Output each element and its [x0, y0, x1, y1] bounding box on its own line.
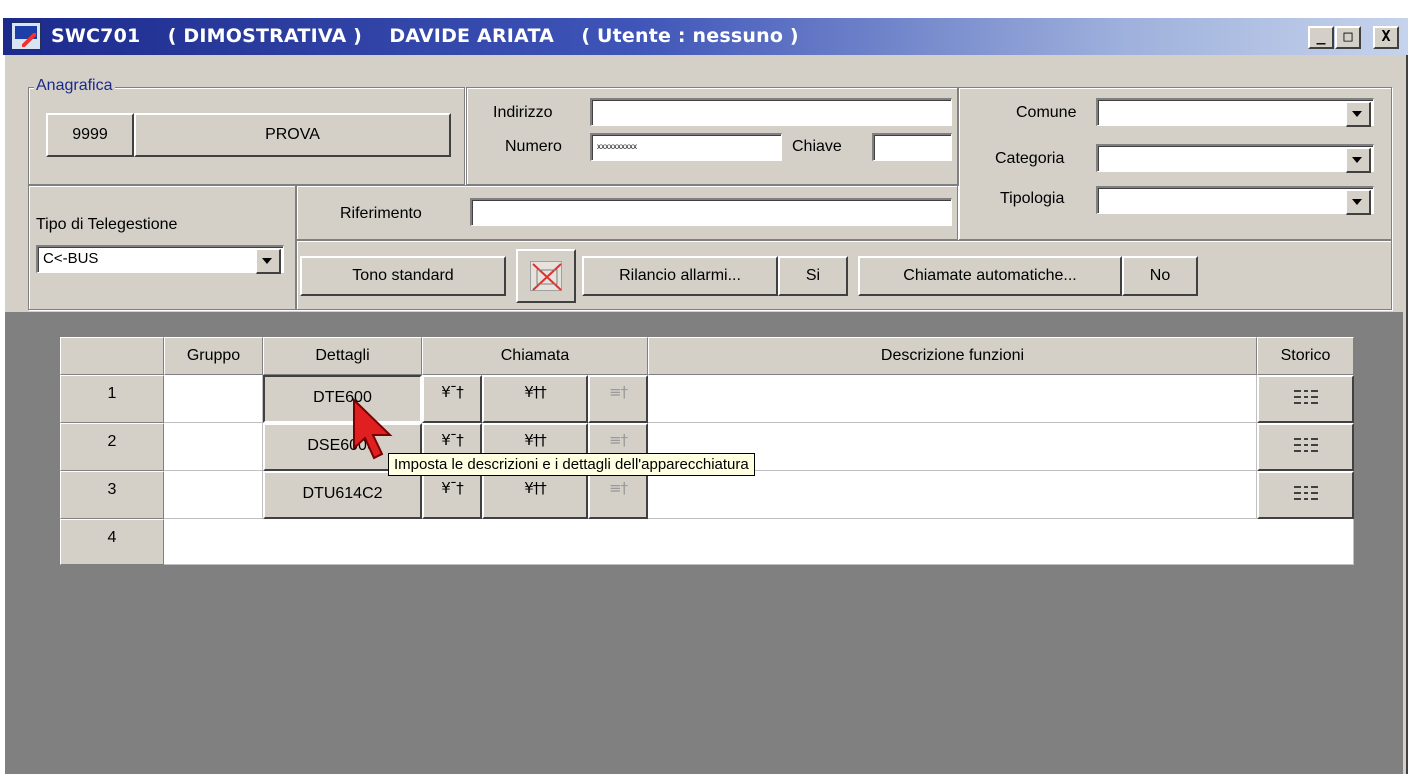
header-chiamata: Chiamata	[422, 337, 648, 375]
app-icon[interactable]	[11, 22, 41, 50]
no-tone-button[interactable]	[516, 249, 576, 303]
storico-button[interactable]	[1257, 471, 1354, 519]
code-button[interactable]: 9999	[46, 113, 134, 157]
storico-button[interactable]	[1257, 423, 1354, 471]
window-title: SWC701 ( DIMOSTRATIVA ) DAVIDE ARIATA ( …	[51, 25, 799, 47]
no-tone-icon	[530, 261, 562, 291]
tono-standard-button[interactable]: Tono standard	[300, 256, 506, 296]
phone-call-icon: ¥ˉ†	[441, 479, 464, 497]
row-number: 1	[60, 375, 164, 423]
list-icon	[1293, 390, 1318, 408]
multi-call-button[interactable]: ¥††	[482, 471, 588, 519]
dettagli-button[interactable]: DTU614C2	[263, 471, 422, 519]
multi-call-icon: ¥††	[524, 431, 547, 449]
location-group	[958, 87, 1392, 240]
arrow-cursor-icon	[353, 398, 393, 460]
close-button[interactable]: X	[1373, 26, 1399, 49]
telegestione-group	[28, 185, 296, 310]
row-header-corner	[60, 337, 164, 375]
phone-call-icon: ¥ˉ†	[441, 383, 464, 401]
row-number: 4	[60, 519, 164, 565]
call-list-button[interactable]: ≡†	[588, 375, 648, 423]
call-list-icon: ≡†	[608, 383, 628, 401]
call-list-button[interactable]: ≡†	[588, 471, 648, 519]
gruppo-cell[interactable]	[164, 375, 263, 423]
rilancio-allarmi-button[interactable]: Rilancio allarmi...	[582, 256, 778, 296]
multi-call-icon: ¥††	[524, 479, 547, 497]
descrizione-cell[interactable]	[648, 375, 1257, 423]
call-button[interactable]: ¥ˉ†	[422, 375, 482, 423]
anagrafica-legend: Anagrafica	[34, 77, 115, 95]
gruppo-cell[interactable]	[164, 423, 263, 471]
row-number: 2	[60, 423, 164, 471]
multi-call-icon: ¥††	[524, 383, 547, 401]
empty-row[interactable]	[164, 519, 1354, 565]
call-button[interactable]: ¥ˉ†	[422, 471, 482, 519]
riferimento-group	[296, 185, 958, 240]
call-list-icon: ≡†	[608, 479, 628, 497]
rilancio-value-button[interactable]: Si	[778, 256, 848, 296]
name-button[interactable]: PROVA	[134, 113, 451, 157]
contact-group	[466, 87, 958, 185]
header-descrizione: Descrizione funzioni	[648, 337, 1257, 375]
tooltip: Imposta le descrizioni e i dettagli dell…	[388, 453, 755, 476]
title-bar[interactable]: SWC701 ( DIMOSTRATIVA ) DAVIDE ARIATA ( …	[3, 18, 1408, 55]
multi-call-button[interactable]: ¥††	[482, 375, 588, 423]
minimize-button[interactable]: _	[1308, 26, 1334, 49]
row-number: 3	[60, 471, 164, 519]
header-storico: Storico	[1257, 337, 1354, 375]
chiamate-value-button[interactable]: No	[1122, 256, 1198, 296]
maximize-button[interactable]: □	[1335, 26, 1361, 49]
chiamate-automatiche-button[interactable]: Chiamate automatiche...	[858, 256, 1122, 296]
phone-call-icon: ¥ˉ†	[441, 431, 464, 449]
gruppo-cell[interactable]	[164, 471, 263, 519]
header-gruppo: Gruppo	[164, 337, 263, 375]
list-icon	[1293, 486, 1318, 504]
header-dettagli: Dettagli	[263, 337, 422, 375]
storico-button[interactable]	[1257, 375, 1354, 423]
descrizione-cell[interactable]	[648, 471, 1257, 519]
call-list-icon: ≡†	[608, 431, 628, 449]
list-icon	[1293, 438, 1318, 456]
